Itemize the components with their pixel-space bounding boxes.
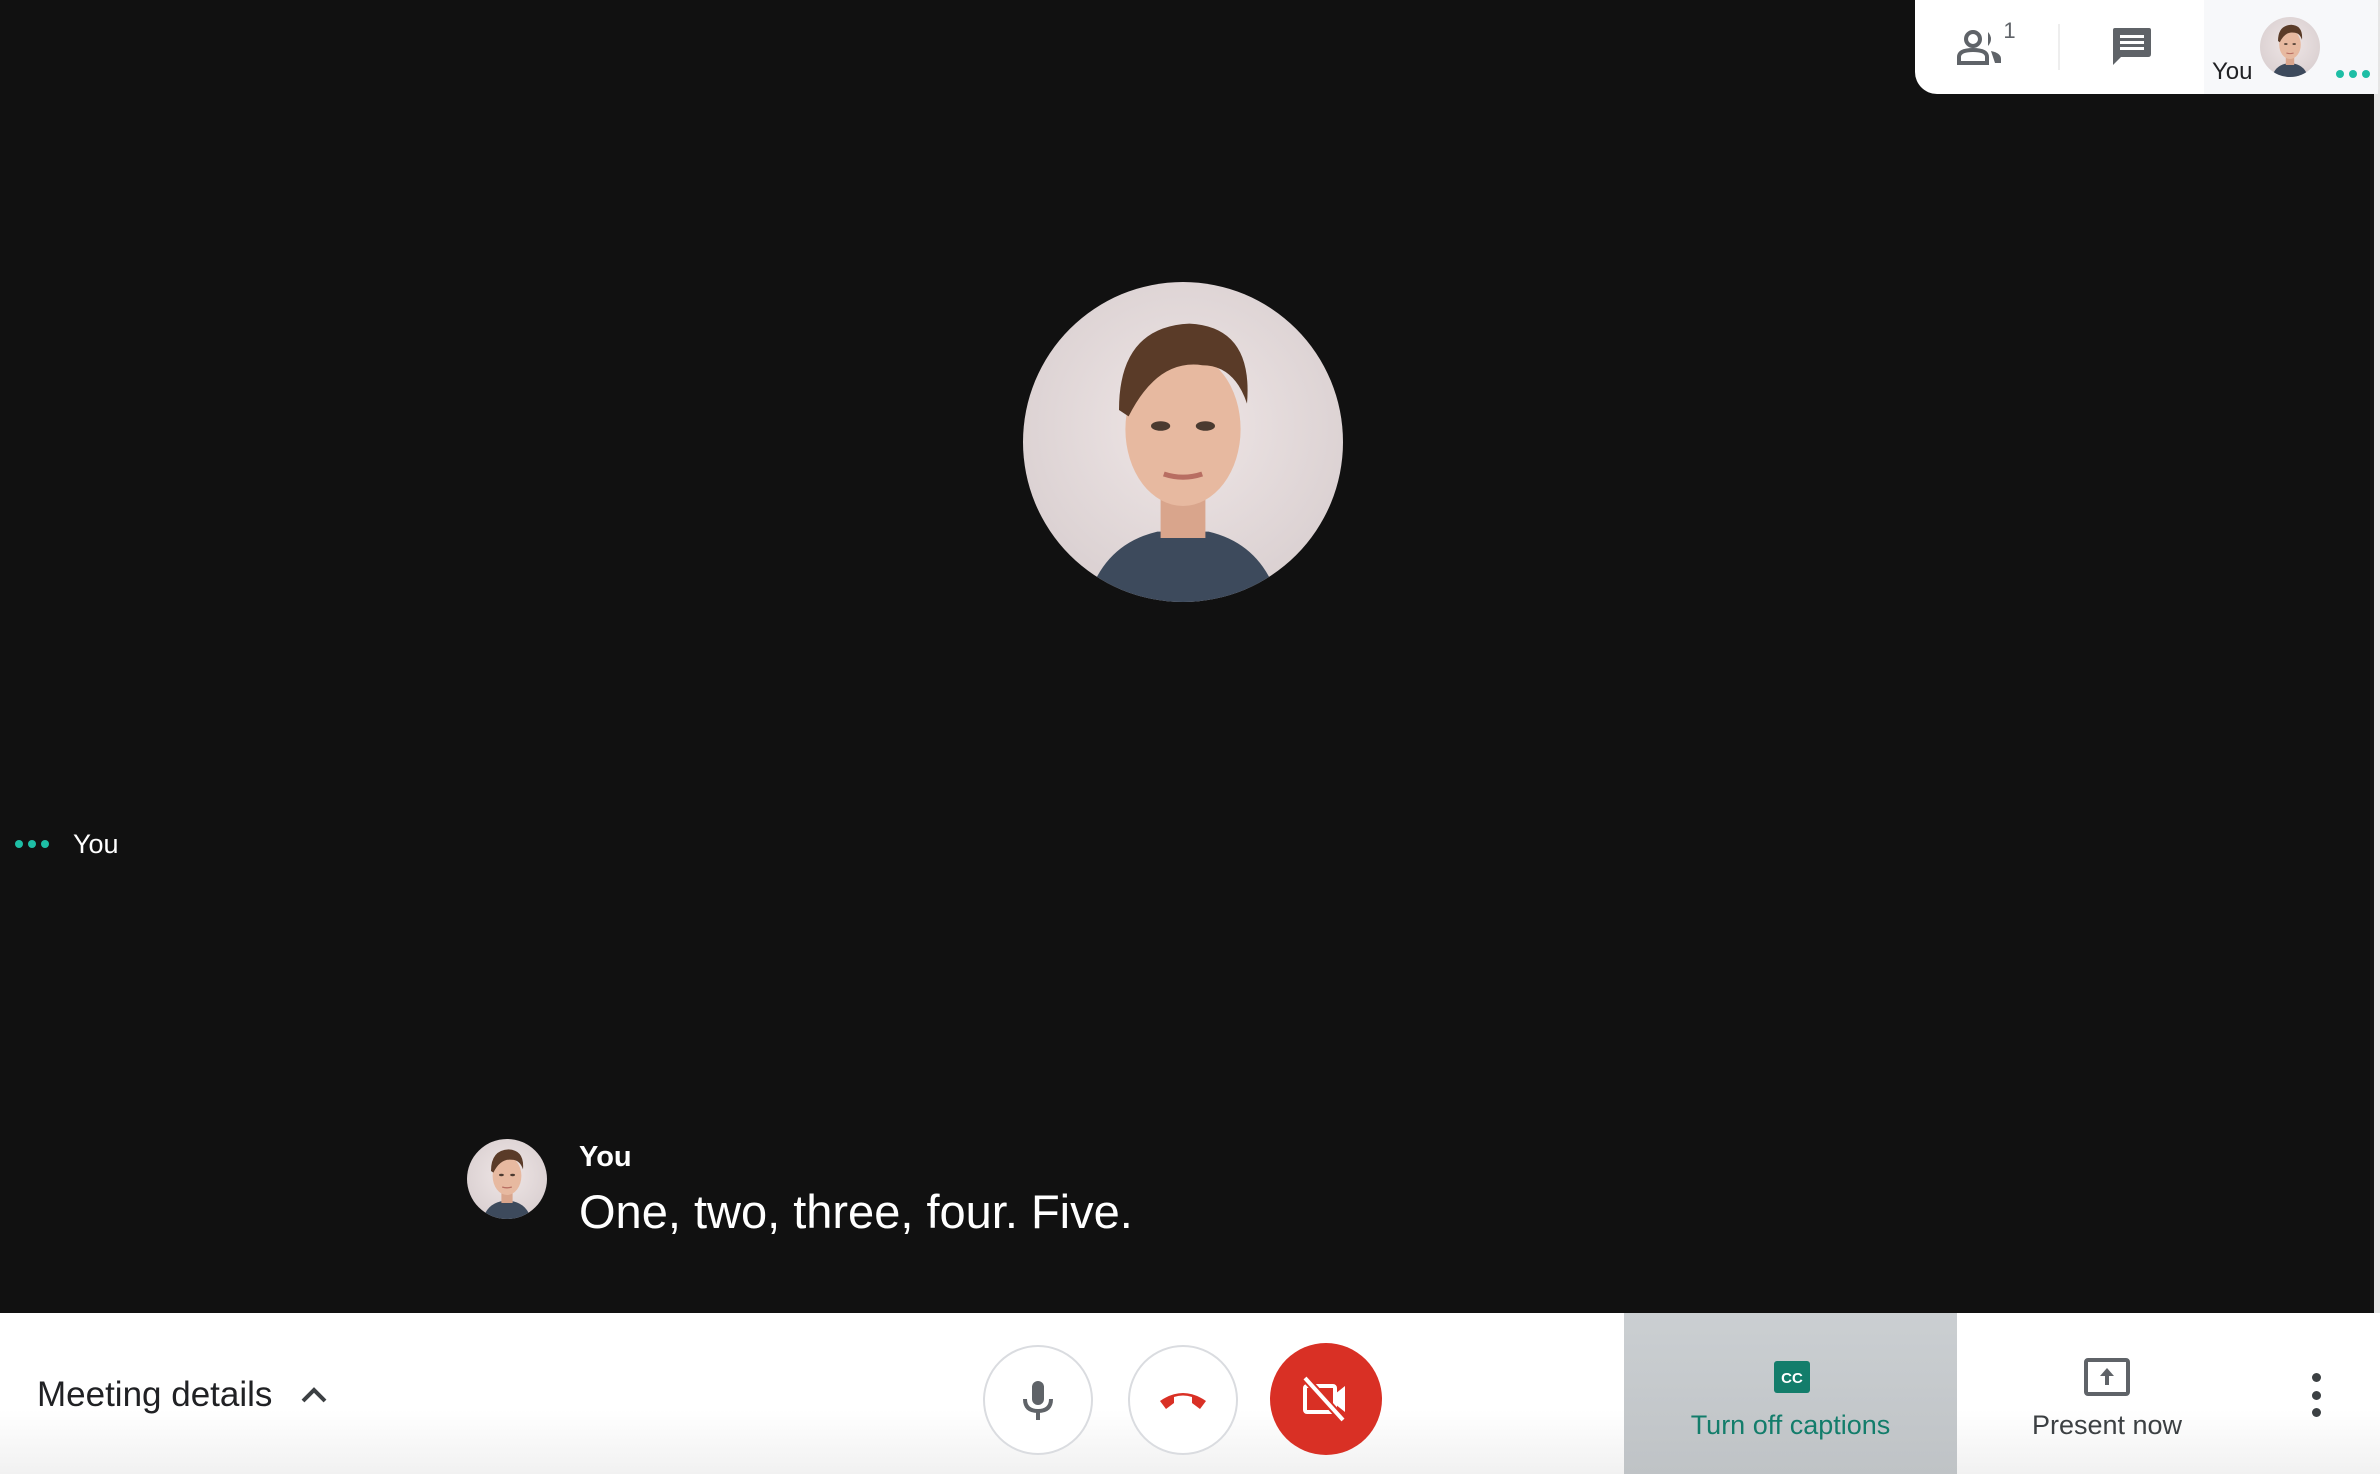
people-icon bbox=[1957, 30, 2002, 65]
participants-count: 1 bbox=[2003, 18, 2016, 43]
caption-text: One, two, three, four. Five. bbox=[579, 1185, 1133, 1238]
turn-off-captions-button[interactable]: CC Turn off captions bbox=[1624, 1313, 1957, 1474]
speaking-indicator-icon bbox=[15, 840, 49, 848]
chevron-up-icon bbox=[302, 1387, 327, 1403]
hang-up-icon bbox=[1160, 1393, 1206, 1409]
meeting-details-label: Meeting details bbox=[37, 1375, 273, 1414]
self-view-tile[interactable]: You bbox=[2204, 0, 2378, 94]
chat-button[interactable] bbox=[2060, 0, 2204, 94]
more-options-button[interactable] bbox=[2300, 1373, 2332, 1417]
tile-name: You bbox=[73, 829, 119, 859]
meeting-details-button[interactable]: Meeting details bbox=[37, 1375, 328, 1415]
svg-text:CC: CC bbox=[1781, 1370, 1803, 1387]
microphone-button[interactable] bbox=[983, 1345, 1093, 1455]
self-avatar bbox=[2260, 17, 2320, 77]
microphone-icon bbox=[1023, 1381, 1053, 1420]
leave-call-button[interactable] bbox=[1128, 1345, 1238, 1455]
camera-off-icon bbox=[1302, 1376, 1346, 1422]
present-now-button[interactable] bbox=[1957, 1313, 2257, 1474]
present-screen-icon bbox=[2084, 1358, 2130, 1396]
bottom-toolbar: Meeting details CC Turn off captions Pre… bbox=[0, 1313, 2380, 1474]
page-scrollbar[interactable] bbox=[2374, 0, 2380, 1474]
caption-speaker-name: You bbox=[579, 1141, 632, 1173]
present-now-label: Present now bbox=[2031, 1410, 2183, 1440]
closed-captions-icon: CC bbox=[1774, 1361, 1810, 1393]
participants-button[interactable]: 1 bbox=[1915, 0, 2058, 94]
camera-toggle-button[interactable] bbox=[1270, 1343, 1382, 1455]
self-name: You bbox=[2212, 58, 2253, 85]
chat-icon bbox=[2113, 28, 2151, 65]
participant-avatar bbox=[1023, 282, 1343, 602]
caption-speaker-avatar bbox=[467, 1139, 547, 1219]
captions-label: Turn off captions bbox=[1690, 1410, 1891, 1440]
speaking-indicator-icon bbox=[2336, 70, 2370, 78]
top-panel: 1 You bbox=[1915, 0, 2378, 94]
